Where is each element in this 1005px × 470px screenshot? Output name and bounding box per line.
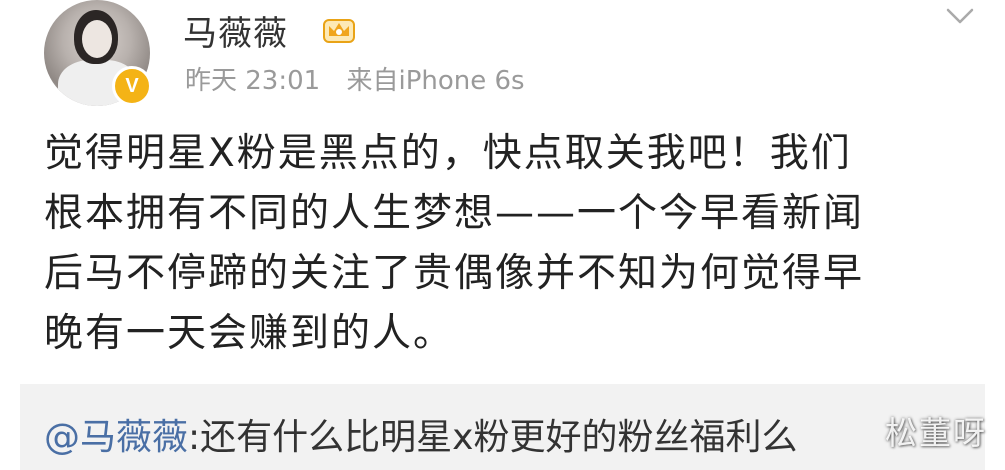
retweet-content: :还有什么比明星x粉更好的粉丝福利么	[188, 417, 798, 458]
post-body-line: 后马不停蹄的关注了贵偶像并不知为何觉得早	[44, 251, 865, 296]
chevron-down-icon[interactable]	[945, 6, 975, 26]
retweet-box[interactable]: @马薇薇:还有什么比明星x粉更好的粉丝福利么	[20, 384, 985, 470]
mention-link[interactable]: @马薇薇	[44, 417, 188, 458]
post-meta: 昨天 23:01 来自iPhone 6s	[185, 60, 543, 97]
post-body-line: 根本拥有不同的人生梦想——一个今早看新闻	[44, 191, 865, 236]
post-body: 觉得明星X粉是黑点的，快点取关我吧！我们 根本拥有不同的人生梦想——一个今早看新…	[44, 124, 964, 364]
crown-icon	[323, 19, 355, 43]
weibo-post-card: V 马薇薇 昨天 23:01 来自iPhone 6s 觉得明星X粉是黑点的，快点…	[0, 0, 1005, 470]
post-body-line: 晚有一天会赚到的人。	[44, 311, 455, 356]
avatar-face-shape	[82, 20, 112, 58]
post-source: 来自iPhone 6s	[346, 66, 525, 96]
post-time[interactable]: 昨天 23:01	[185, 66, 320, 96]
watermark: 松董呀	[884, 414, 987, 452]
retweet-text: @马薇薇:还有什么比明星x粉更好的粉丝福利么	[44, 408, 797, 460]
verified-v-icon: V	[112, 66, 152, 106]
author-name[interactable]: 马薇薇	[183, 6, 288, 55]
post-body-line: 觉得明星X粉是黑点的，快点取关我吧！我们	[44, 131, 852, 176]
